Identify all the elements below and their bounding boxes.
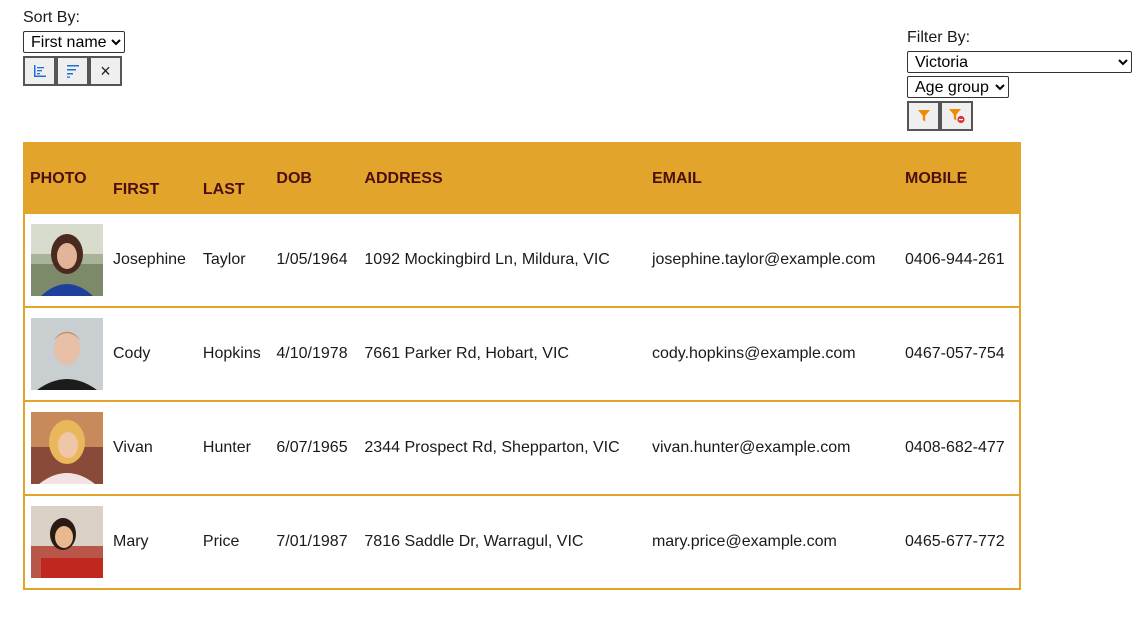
table-header-row: PHOTO FIRST LAST DOB ADDRESS EMAIL MOBIL… — [24, 143, 1020, 213]
cell-address: 7661 Parker Rd, Hobart, VIC — [364, 345, 569, 362]
clear-sort-button[interactable]: × — [89, 56, 122, 86]
cell-mobile: 0406-944-261 — [905, 251, 1005, 268]
cell-dob: 4/10/1978 — [276, 345, 348, 362]
cell-address: 2344 Prospect Rd, Shepparton, VIC — [364, 439, 620, 456]
sort-ascending-icon — [33, 65, 46, 77]
sort-select[interactable]: First name — [23, 31, 125, 53]
column-header-mobile[interactable]: MOBILE — [900, 143, 1020, 213]
cell-last: Hunter — [202, 439, 251, 456]
table-row: Josephine Taylor 1/05/1964 1092 Mockingb… — [24, 213, 1020, 307]
cell-last: Hopkins — [202, 345, 261, 362]
column-header-last[interactable]: LAST — [198, 143, 272, 213]
filter-icon — [917, 110, 930, 122]
column-header-address[interactable]: ADDRESS — [359, 143, 647, 213]
cell-first: Cody — [113, 345, 151, 362]
filter-clear-icon — [948, 109, 965, 124]
photo-cell — [24, 401, 108, 495]
cell-email: vivan.hunter@example.com — [651, 439, 851, 456]
contact-photo — [31, 224, 103, 296]
cell-first: Vivan — [113, 439, 153, 456]
cell-first: Josephine — [113, 251, 186, 268]
sort-buttons: × — [23, 56, 125, 86]
sort-controls: Sort By: First name × — [23, 8, 125, 86]
cell-mobile: 0465-677-772 — [905, 533, 1005, 550]
column-header-first[interactable]: FIRST — [108, 143, 198, 213]
cell-email: cody.hopkins@example.com — [651, 345, 856, 362]
table-row: Vivan Hunter 6/07/1965 2344 Prospect Rd,… — [24, 401, 1020, 495]
contacts-table: PHOTO FIRST LAST DOB ADDRESS EMAIL MOBIL… — [23, 142, 1021, 590]
filter-location-select[interactable]: Victoria — [907, 51, 1132, 73]
contact-photo — [31, 318, 103, 390]
sort-descending-icon — [66, 65, 79, 78]
cell-address: 1092 Mockingbird Ln, Mildura, VIC — [364, 251, 610, 268]
cell-address: 7816 Saddle Dr, Warragul, VIC — [364, 533, 584, 550]
filter-age-select[interactable]: Age group — [907, 76, 1009, 98]
sort-label: Sort By: — [23, 9, 80, 26]
filter-controls: Filter By: Victoria Age group — [907, 28, 1132, 131]
filter-label: Filter By: — [907, 29, 971, 46]
cell-dob: 1/05/1964 — [276, 251, 348, 268]
contact-photo — [31, 412, 103, 484]
cell-dob: 6/07/1965 — [276, 439, 348, 456]
column-header-dob[interactable]: DOB — [271, 143, 359, 213]
photo-cell — [24, 495, 108, 589]
apply-filter-button[interactable] — [907, 101, 940, 131]
photo-cell — [24, 307, 108, 401]
cell-last: Price — [202, 533, 240, 550]
cell-mobile: 0467-057-754 — [905, 345, 1005, 362]
sort-ascending-button[interactable] — [23, 56, 56, 86]
photo-cell — [24, 213, 108, 307]
filter-buttons — [907, 101, 1132, 131]
contact-photo — [31, 506, 103, 578]
clear-filter-button[interactable] — [940, 101, 973, 131]
cell-first: Mary — [113, 533, 149, 550]
column-header-photo[interactable]: PHOTO — [24, 143, 108, 213]
column-header-email[interactable]: EMAIL — [647, 143, 900, 213]
cell-email: josephine.taylor@example.com — [651, 251, 876, 268]
table-row: Mary Price 7/01/1987 7816 Saddle Dr, War… — [24, 495, 1020, 589]
close-icon: × — [100, 61, 111, 81]
cell-mobile: 0408-682-477 — [905, 439, 1005, 456]
table-row: Cody Hopkins 4/10/1978 7661 Parker Rd, H… — [24, 307, 1020, 401]
sort-descending-button[interactable] — [56, 56, 89, 86]
cell-email: mary.price@example.com — [651, 533, 837, 550]
cell-last: Taylor — [202, 251, 246, 268]
cell-dob: 7/01/1987 — [276, 533, 348, 550]
